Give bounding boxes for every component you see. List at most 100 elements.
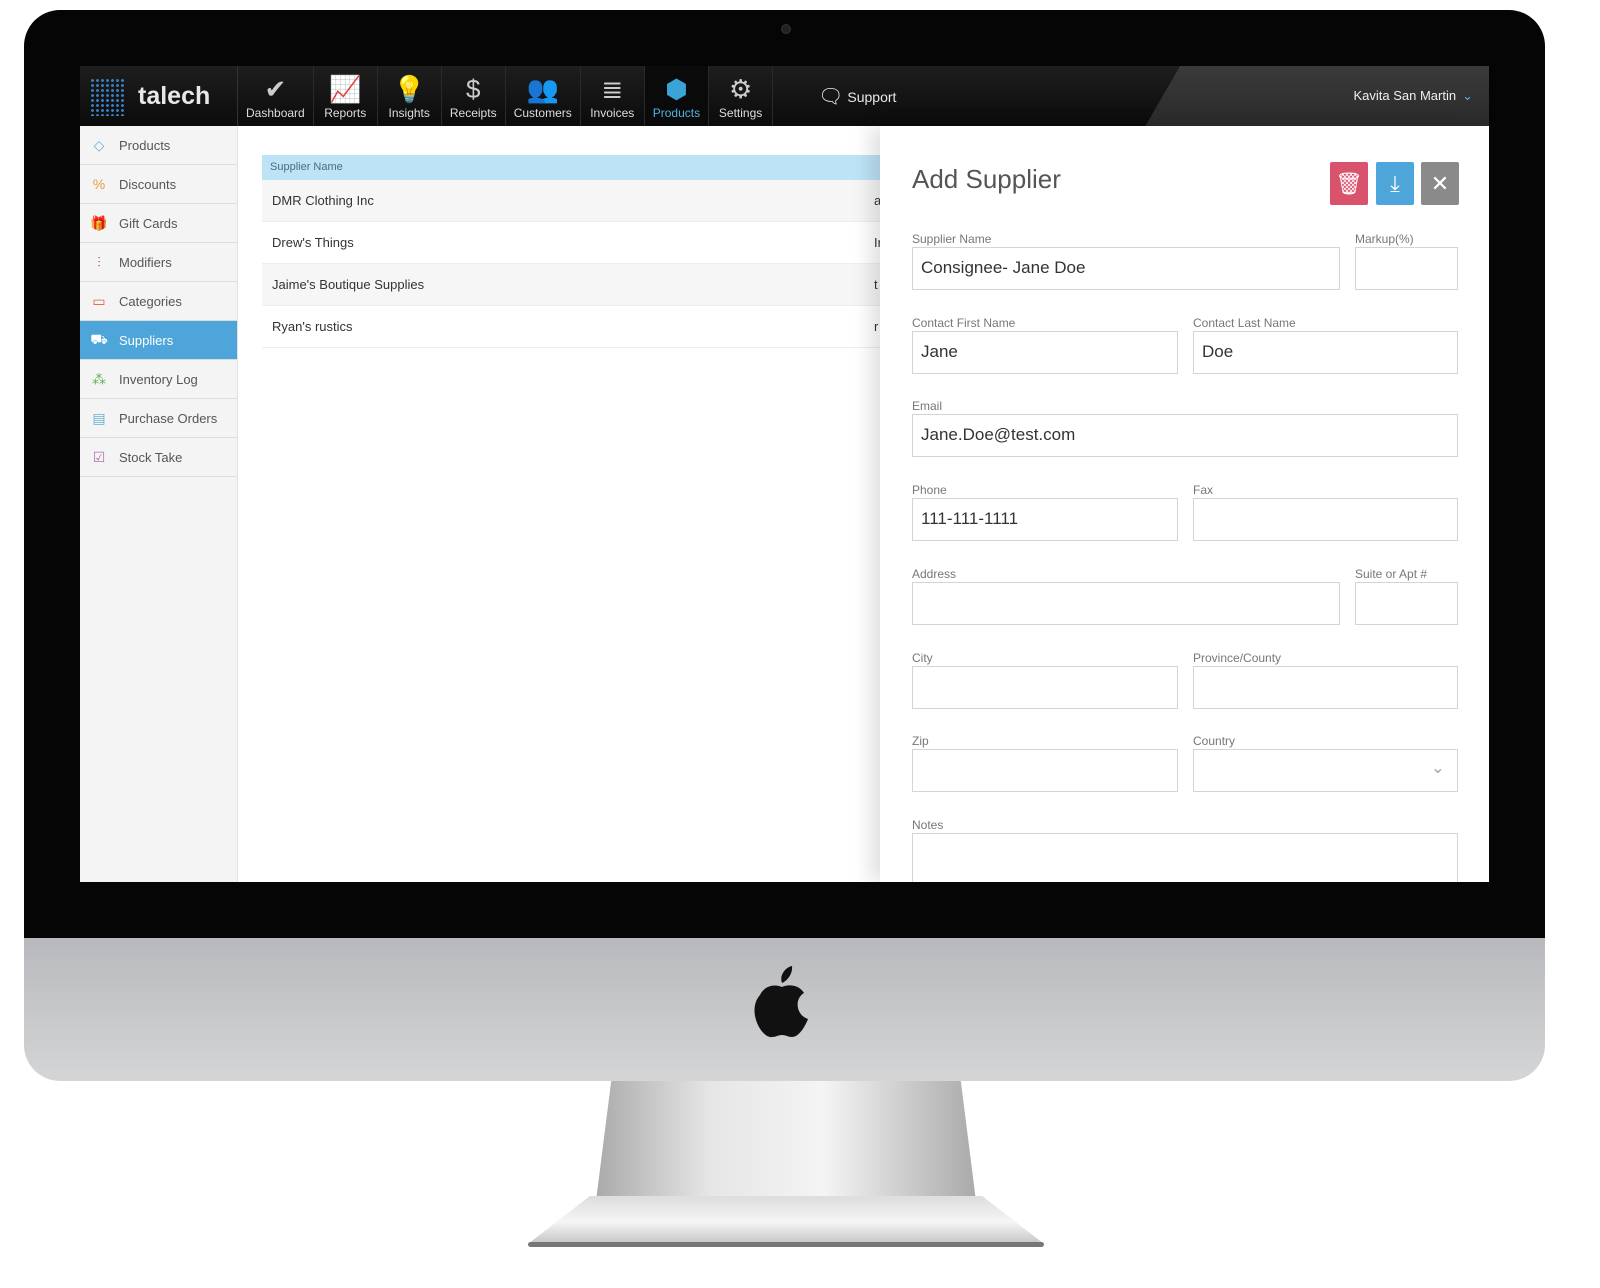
sidebar-item-suppliers[interactable]: ⛟ Suppliers xyxy=(80,321,237,360)
nav-label: Reports xyxy=(324,106,367,120)
box-icon: ⬢ xyxy=(665,74,688,104)
nav-invoices[interactable]: ≣ Invoices xyxy=(581,66,645,126)
supplier-name-label: Supplier Name xyxy=(912,232,992,246)
nav-insights[interactable]: 💡 Insights xyxy=(378,66,442,126)
last-name-label: Contact Last Name xyxy=(1193,315,1296,330)
field-value: Jane.Doe@test.com xyxy=(921,425,1076,445)
fax-input[interactable] xyxy=(1193,498,1458,542)
email-label: Email xyxy=(912,399,943,414)
close-icon: ✕ xyxy=(1430,170,1450,196)
user-name: Kavita San Martin xyxy=(1353,88,1457,103)
phone-input[interactable]: 111-111-1111 xyxy=(912,498,1178,542)
markup-label: Markup(%) xyxy=(1355,232,1414,246)
second-column-cell: r xyxy=(874,319,879,334)
table-row[interactable]: Jaime's Boutique Supplies t xyxy=(262,264,902,306)
suite-label: Suite or Apt # xyxy=(1355,566,1428,581)
user-menu[interactable]: Kavita San Martin ⌄ xyxy=(1353,88,1473,104)
logo-text: talech xyxy=(138,82,211,110)
suite-input[interactable] xyxy=(1355,581,1458,625)
truck-icon: ⛟ xyxy=(90,330,108,347)
sidebar: ◇ Products% Discounts 🎁 Gift Cards ⫶ Modifiers… xyxy=(80,126,238,882)
delete-button[interactable]: 🗑 xyxy=(1330,162,1368,205)
apple-logo-icon xyxy=(752,965,812,1058)
field-value: Doe xyxy=(1202,341,1234,361)
zip-input[interactable] xyxy=(912,749,1178,793)
support-link[interactable]: 🗨 Support xyxy=(818,84,896,109)
second-column-cell: t xyxy=(874,277,878,292)
sidebar-item-discounts[interactable]: % Discounts xyxy=(80,165,237,204)
add-supplier-panel: Add Supplier 🗑 ⤓ ✕ Supplier Name Consigne… xyxy=(880,126,1489,882)
supplier-name-input[interactable]: Consignee- Jane Doe xyxy=(912,247,1340,290)
sidebar-item-label: Inventory Log xyxy=(119,371,198,387)
sidebar-item-products[interactable]: ◇ Products xyxy=(80,126,237,165)
save-button[interactable]: ⤓ xyxy=(1376,162,1414,205)
customers-icon: 👥 xyxy=(526,74,559,104)
order-doc-icon: ▤ xyxy=(92,409,106,426)
fax-label: Fax xyxy=(1193,483,1214,498)
sidebar-item-label: Purchase Orders xyxy=(119,410,218,426)
table-row[interactable]: Drew's Things Ir xyxy=(262,222,902,264)
nav-reports[interactable]: 📈 Reports xyxy=(314,66,378,126)
logo-dots-icon xyxy=(90,78,124,116)
receipt-icon: $ xyxy=(465,74,481,104)
suppliers-table: Supplier Name DMR Clothing Inc a Drew's Th… xyxy=(262,155,902,348)
nav-receipts[interactable]: $ Receipts xyxy=(442,66,506,126)
nav-label: Dashboard xyxy=(246,106,305,120)
app-screen: talech ✔ Dashboard 📈 Reports 💡 Insights $ Recei… xyxy=(80,66,1489,882)
save-download-icon: ⤓ xyxy=(1390,170,1400,196)
country-label: Country xyxy=(1193,734,1236,749)
field-value: 111-111-1111 xyxy=(921,509,1019,529)
nav-label: Invoices xyxy=(590,106,635,120)
sidebar-item-label: Modifiers xyxy=(119,254,172,270)
chevron-down-icon: ⌄ xyxy=(1462,88,1473,103)
column-header-supplier-name[interactable]: Supplier Name xyxy=(262,155,902,180)
folder-icon: ▭ xyxy=(92,292,106,309)
country-select[interactable]: ⌄ xyxy=(1193,749,1458,793)
sidebar-item-stock-take[interactable]: ☑ Stock Take xyxy=(80,438,237,477)
sidebar-item-modifiers[interactable]: ⫶ Modifiers xyxy=(80,243,237,282)
supplier-name-cell: Jaime's Boutique Supplies xyxy=(272,277,425,292)
nav-products[interactable]: ⬢ Products xyxy=(644,66,710,126)
sidebar-item-inventory-log[interactable]: ⁂ Inventory Log xyxy=(80,360,237,399)
sidebar-item-label: Suppliers xyxy=(119,332,174,348)
first-name-input[interactable]: Jane xyxy=(912,330,1178,374)
sidebar-item-label: Discounts xyxy=(119,176,177,192)
first-name-label: Contact First Name xyxy=(912,315,1016,330)
table-row[interactable]: DMR Clothing Inc a xyxy=(262,180,902,222)
top-nav-bar: talech ✔ Dashboard 📈 Reports 💡 Insights $ Recei… xyxy=(80,66,1489,126)
sidebar-item-gift-cards[interactable]: 🎁 Gift Cards xyxy=(80,204,237,243)
lightbulb-icon: 💡 xyxy=(393,74,426,104)
table-row[interactable]: Ryan's rustics r xyxy=(262,306,902,348)
boxes-icon: ⁂ xyxy=(92,370,106,387)
gift-icon: 🎁 xyxy=(90,214,108,231)
sidebar-item-label: Gift Cards xyxy=(119,215,178,231)
percent-tag-icon: % xyxy=(92,176,106,192)
nav-label: Customers xyxy=(513,106,572,120)
province-input[interactable] xyxy=(1193,665,1458,709)
last-name-input[interactable]: Doe xyxy=(1193,330,1458,374)
clipboard-icon: ☑ xyxy=(92,448,106,465)
sidebar-item-categories[interactable]: ▭ Categories xyxy=(80,282,237,321)
talech-logo[interactable]: talech xyxy=(80,66,238,126)
markup-input[interactable] xyxy=(1355,247,1458,290)
nav-customers[interactable]: 👥 Customers xyxy=(506,66,581,126)
monitor-stand xyxy=(596,1081,976,1201)
sidebar-item-label: Categories xyxy=(119,293,182,309)
nav-dashboard[interactable]: ✔ Dashboard xyxy=(238,66,314,126)
close-button[interactable]: ✕ xyxy=(1421,162,1459,205)
notes-input[interactable] xyxy=(912,832,1458,882)
field-value: Consignee- Jane Doe xyxy=(921,258,1086,277)
checkmark-badge-icon: ✔ xyxy=(264,74,287,104)
nav-label: Settings xyxy=(718,106,763,120)
nav-settings[interactable]: ⚙ Settings xyxy=(709,66,774,126)
province-label: Province/County xyxy=(1193,650,1282,665)
email-input[interactable]: Jane.Doe@test.com xyxy=(912,414,1458,458)
chevron-down-icon: ⌄ xyxy=(1430,758,1445,778)
sidebar-item-purchase-orders[interactable]: ▤ Purchase Orders xyxy=(80,399,237,438)
supplier-name-cell: Drew's Things xyxy=(272,235,354,250)
address-input[interactable] xyxy=(912,581,1340,625)
supplier-name-cell: Ryan's rustics xyxy=(272,319,353,334)
city-input[interactable] xyxy=(912,665,1178,709)
address-label: Address xyxy=(912,566,957,581)
gears-icon: ⚙ xyxy=(728,74,753,104)
